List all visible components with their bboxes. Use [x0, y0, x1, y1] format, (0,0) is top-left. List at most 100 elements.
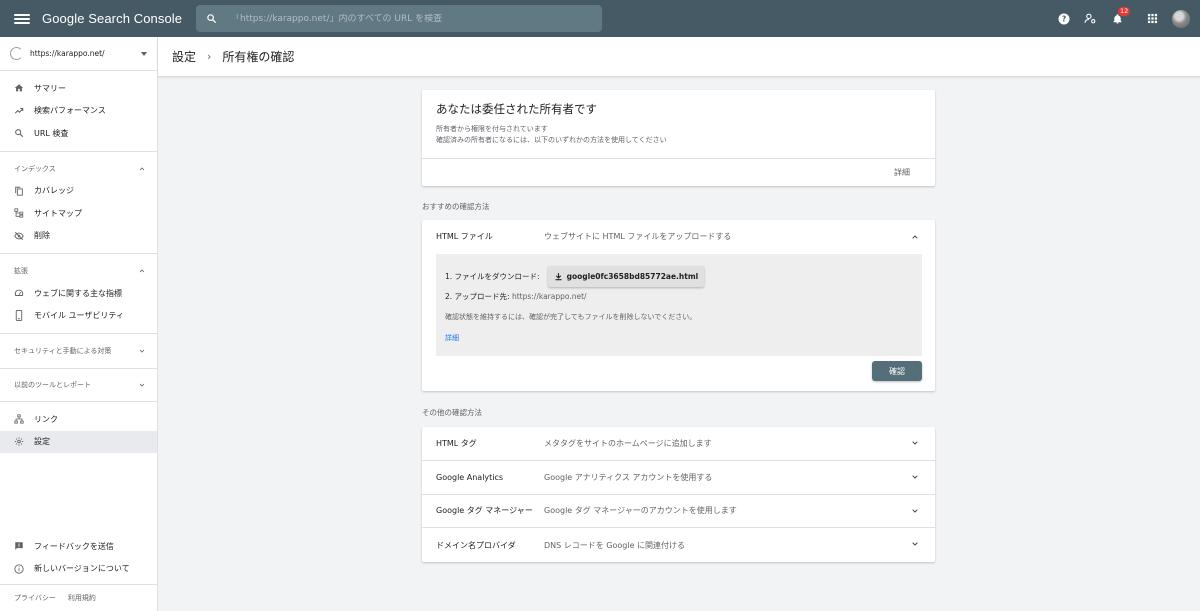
sidebar-item-coverage[interactable]: カバレッジ: [0, 180, 157, 203]
apps-icon[interactable]: [1139, 5, 1166, 32]
sidebar-item-label: リンク: [34, 414, 58, 424]
info-icon: [14, 564, 24, 574]
verify-button[interactable]: 確認: [872, 361, 922, 381]
sidebar-item-removals[interactable]: 削除: [0, 225, 157, 248]
divider: [422, 158, 935, 159]
method-tag-manager[interactable]: Google タグ マネージャー Google タグ マネージャーのアカウントを…: [422, 495, 935, 529]
phone-icon: [14, 310, 24, 322]
terms-link[interactable]: 利用規約: [68, 593, 96, 603]
nav-section-index[interactable]: インデックス: [0, 158, 157, 180]
method-domain-provider[interactable]: ドメイン名プロバイダ DNS レコードを Google に関連付ける: [422, 528, 935, 562]
url-inspection-search[interactable]: [196, 5, 602, 32]
nav-section-security[interactable]: セキュリティと手動による対策: [0, 339, 157, 363]
eye-off-icon: [14, 231, 24, 241]
privacy-link[interactable]: プライバシー: [14, 593, 56, 603]
sidebar-item-label: 検索パフォーマンス: [34, 106, 106, 116]
chevron-up-icon: [139, 269, 145, 273]
method-description: ウェブサイトに HTML ファイルをアップロードする: [544, 232, 732, 241]
other-methods-section-label: その他の確認方法: [422, 408, 482, 417]
menu-icon[interactable]: [14, 13, 30, 25]
home-icon: [14, 83, 24, 93]
sidebar-item-label: 削除: [34, 231, 50, 241]
method-google-analytics[interactable]: Google Analytics Google アナリティクス アカウントを使用…: [422, 461, 935, 495]
nav-section-label: 以前のツールとレポート: [14, 381, 91, 389]
sidebar-item-label: ウェブに関する主な指標: [34, 288, 122, 298]
top-app-bar: Google Search Console ? 12: [0, 0, 1200, 37]
sidebar-item-label: カバレッジ: [34, 186, 74, 196]
nav-section-label: セキュリティと手動による対策: [14, 347, 112, 355]
nav-section-label: インデックス: [14, 164, 56, 173]
nav-group-main: サマリー 検索パフォーマンス URL 検査: [0, 71, 157, 152]
html-file-method-header[interactable]: HTML ファイル ウェブサイトに HTML ファイルをアップロードする: [422, 220, 935, 253]
sidebar-item-settings[interactable]: 設定: [0, 430, 157, 453]
method-name: Google タグ マネージャー: [436, 506, 533, 516]
manage-users-icon[interactable]: [1077, 5, 1104, 32]
chevron-down-icon: [139, 383, 145, 387]
notification-count-badge: 12: [1118, 7, 1131, 16]
nav-section-label: 拡張: [14, 267, 28, 275]
owner-status-line2: 確認済みの所有者になるには、以下のいずれかの方法を使用してください: [436, 136, 667, 144]
sidebar-item-performance[interactable]: 検索パフォーマンス: [0, 100, 157, 123]
property-selector[interactable]: https://karappo.net/: [0, 37, 157, 71]
nav-group-other: リンク 設定: [0, 402, 157, 459]
search-input[interactable]: [231, 13, 571, 24]
download-file-button[interactable]: google0fc3658bd85772ae.html: [547, 266, 705, 287]
chevron-up-icon: [139, 166, 145, 170]
other-methods-card: HTML タグ メタタグをサイトのホームページに追加します Google Ana…: [422, 427, 935, 562]
recommended-method-card: HTML ファイル ウェブサイトに HTML ファイルをアップロードする 1. …: [422, 220, 935, 391]
feedback-icon: [14, 541, 24, 551]
sidebar-item-mobile-usability[interactable]: モバイル ユーザビリティ: [0, 305, 157, 328]
breadcrumb-settings[interactable]: 設定: [172, 48, 196, 65]
sidebar-item-feedback[interactable]: フィードバックを送信: [0, 535, 157, 558]
details-link[interactable]: 詳細: [445, 333, 459, 343]
sidebar-item-label: サマリー: [34, 83, 66, 93]
notifications-icon[interactable]: 12: [1104, 5, 1131, 32]
chevron-down-icon: [141, 51, 147, 56]
owner-status-description: 所有者から権限を付与されています 確認済みの所有者になるには、以下のいずれかの方…: [436, 124, 667, 146]
nav-section-enhancements[interactable]: 拡張: [0, 260, 157, 282]
chevron-down-icon[interactable]: [911, 507, 919, 515]
chevron-down-icon: [139, 349, 145, 353]
help-icon[interactable]: ?: [1050, 5, 1077, 32]
owner-status-card: あなたは委任された所有者です 所有者から権限を付与されています 確認済みの所有者…: [422, 90, 935, 186]
sidebar-item-links[interactable]: リンク: [0, 408, 157, 431]
sidebar-item-sitemaps[interactable]: サイトマップ: [0, 202, 157, 225]
upload-step: 2. アップロード先: https://karappo.net/: [445, 291, 587, 302]
method-name: Google Analytics: [436, 472, 504, 482]
sidebar-bottom: フィードバックを送信 新しいバージョンについて: [0, 535, 157, 580]
page-title: 所有権の確認: [222, 50, 295, 64]
keep-file-note: 確認状態を維持するには、確認が完了してもファイルを削除しないでください。: [445, 313, 697, 321]
chevron-down-icon[interactable]: [911, 540, 919, 548]
sidebar-item-url-inspection[interactable]: URL 検査: [0, 122, 157, 145]
method-name: HTML ファイル: [436, 232, 493, 241]
method-name: HTML タグ: [436, 438, 477, 448]
sidebar-item-summary[interactable]: サマリー: [0, 77, 157, 100]
sidebar-item-whats-new[interactable]: 新しいバージョンについて: [0, 558, 157, 581]
search-icon: [14, 128, 24, 138]
chevron-up-icon[interactable]: [911, 233, 919, 241]
download-file-name: google0fc3658bd85772ae.html: [566, 272, 699, 281]
owner-details-button[interactable]: 詳細: [894, 167, 910, 178]
property-icon: [10, 47, 23, 60]
sidebar-item-core-web-vitals[interactable]: ウェブに関する主な指標: [0, 282, 157, 305]
app-title[interactable]: Google Search Console: [42, 11, 182, 26]
sidebar: https://karappo.net/ サマリー 検索パフォーマンス URL …: [0, 37, 158, 611]
link-tree-icon: [14, 414, 24, 424]
sidebar-item-label: 新しいバージョンについて: [34, 564, 130, 574]
sidebar-item-label: URL 検査: [34, 128, 69, 138]
download-step: 1. ファイルをダウンロード: google0fc3658bd85772ae.h…: [445, 266, 705, 287]
nav-group-security: セキュリティと手動による対策: [0, 334, 157, 369]
sidebar-item-label: 設定: [34, 437, 50, 447]
avatar[interactable]: [1172, 9, 1190, 28]
top-actions: ? 12: [1050, 0, 1190, 37]
nav-section-legacy[interactable]: 以前のツールとレポート: [0, 374, 157, 396]
svg-text:?: ?: [1061, 14, 1065, 23]
sidebar-item-label: モバイル ユーザビリティ: [34, 311, 124, 321]
upload-url: https://karappo.net/: [511, 292, 587, 301]
method-html-tag[interactable]: HTML タグ メタタグをサイトのホームページに追加します: [422, 427, 935, 461]
gear-icon: [14, 437, 24, 447]
chevron-down-icon[interactable]: [911, 439, 919, 447]
speed-icon: [14, 288, 24, 298]
property-label: https://karappo.net/: [30, 49, 105, 58]
chevron-down-icon[interactable]: [911, 473, 919, 481]
